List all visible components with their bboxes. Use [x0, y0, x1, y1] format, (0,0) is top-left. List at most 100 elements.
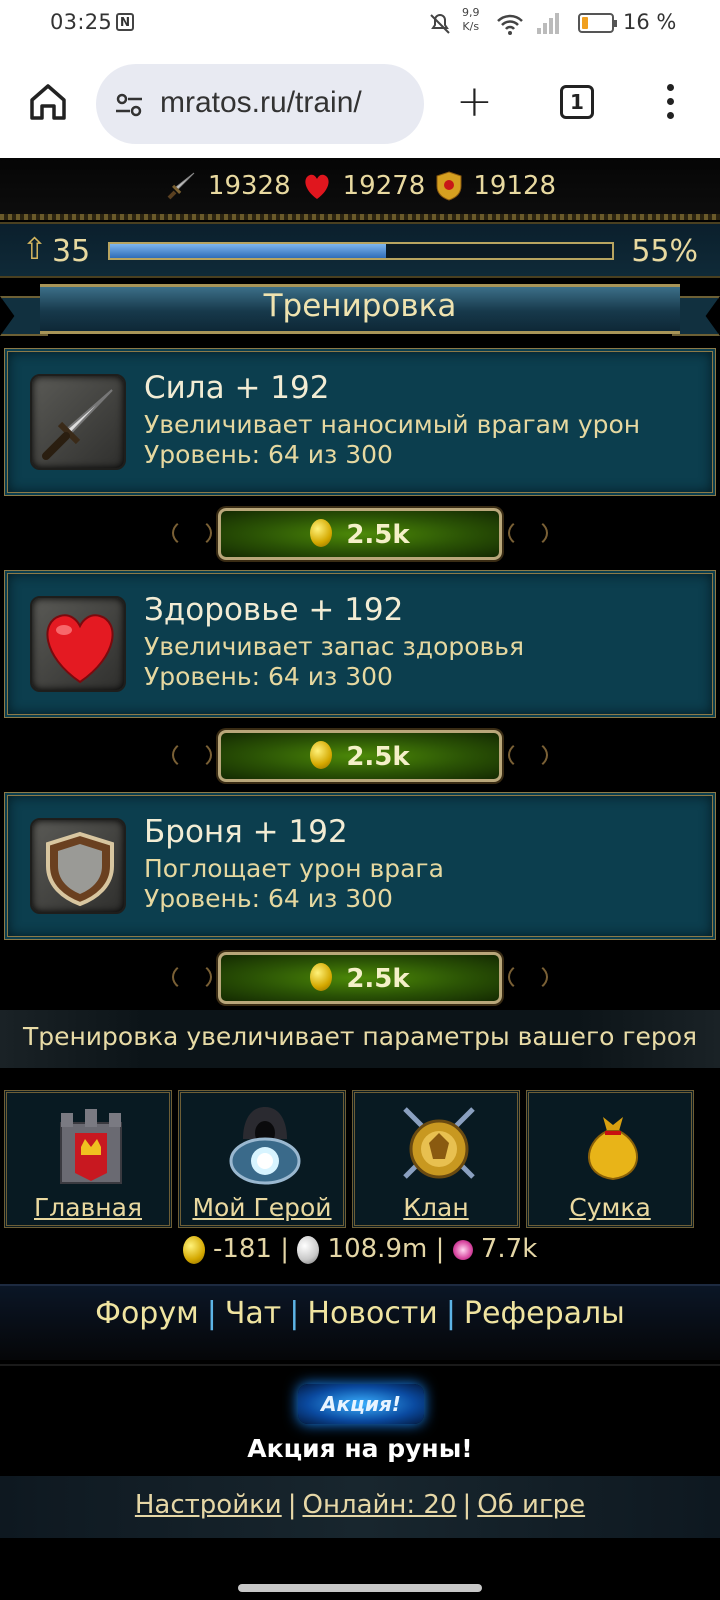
nav-label[interactable]: Главная [7, 1193, 169, 1222]
nav-label[interactable]: Клан [355, 1193, 517, 1222]
nav-item-hero[interactable]: Мой Герой [178, 1090, 346, 1228]
nav-item-home[interactable]: Главная [4, 1090, 172, 1228]
gold-coin-icon [310, 519, 333, 547]
training-name: Броня + 192 [144, 814, 348, 850]
page-title: Тренировка [263, 288, 457, 324]
net-speed-value: 9,9 [462, 6, 480, 19]
buy-row-health: 2.5k [0, 726, 720, 786]
gold-coin-icon [310, 741, 333, 769]
training-level: Уровень: 64 из 300 [144, 662, 393, 691]
tab-switcher-button[interactable]: 1 [560, 85, 594, 119]
ornament-right [508, 518, 548, 548]
ornament-left [172, 518, 212, 548]
gold-amount: -181 [212, 1234, 272, 1264]
level-row: ⇧ 35 55% [0, 222, 720, 278]
shield-icon [436, 171, 462, 201]
link-chat[interactable]: Чат [225, 1296, 281, 1331]
dragon-emblem-icon [403, 1107, 475, 1179]
xp-progress-fill [110, 244, 387, 258]
currency-row: -181 | 108.9m | 7.7k [0, 1234, 720, 1280]
more-menu-icon[interactable] [665, 84, 675, 124]
buy-row-strength: 2.5k [0, 504, 720, 564]
training-description: Поглощает урон врага [144, 854, 444, 883]
link-about[interactable]: Об игре [477, 1490, 585, 1520]
nav-label[interactable]: Сумка [529, 1193, 691, 1222]
health-value: 19278 [342, 171, 426, 201]
link-settings[interactable]: Настройки [135, 1490, 282, 1520]
xp-progress-bar [108, 242, 614, 260]
training-description: Увеличивает наносимый врагам урон [144, 410, 641, 439]
net-speed-unit: K/s [462, 20, 480, 33]
wifi-icon [497, 14, 523, 35]
separator: | [462, 1490, 472, 1520]
new-tab-icon[interactable]: + [456, 80, 493, 124]
shield-icon [30, 818, 126, 914]
train-price[interactable]: 2.5k [346, 520, 409, 550]
silver-coin-icon [297, 1235, 320, 1264]
nav-item-bag[interactable]: Сумка [526, 1090, 694, 1228]
link-referrals[interactable]: Рефералы [464, 1296, 625, 1331]
separator: | [445, 1296, 456, 1331]
attack-value: 19328 [207, 171, 291, 201]
training-card-strength: Сила + 192 Увеличивает наносимый врагам … [4, 348, 716, 496]
nav-label[interactable]: Мой Герой [181, 1193, 343, 1222]
gold-coin-icon [182, 1235, 205, 1264]
buy-row-armor: 2.5k [0, 948, 720, 1008]
train-price[interactable]: 2.5k [346, 742, 409, 772]
nav-item-clan[interactable]: Клан [352, 1090, 520, 1228]
xp-percent: 55% [631, 234, 698, 269]
defense-value: 19128 [473, 171, 557, 201]
castle-icon [60, 1109, 122, 1184]
ornament-left [172, 962, 212, 992]
battery-icon [578, 13, 617, 33]
battery-percent: 16 % [623, 10, 677, 34]
separator: | [435, 1234, 453, 1264]
training-card-armor: Броня + 192 Поглощает урон врага Уровень… [4, 792, 716, 940]
training-name: Здоровье + 192 [144, 592, 404, 628]
gesture-bar[interactable] [238, 1584, 482, 1592]
link-online[interactable]: Онлайн: 20 [302, 1490, 456, 1520]
status-bar: 03:25 N 9,9 K/s 16 % [0, 0, 720, 50]
site-settings-icon[interactable] [114, 90, 144, 120]
title-banner: Тренировка [0, 280, 720, 340]
promo-badge[interactable]: Акция! [298, 1384, 424, 1424]
heart-icon [30, 596, 126, 692]
link-news[interactable]: Новости [307, 1296, 437, 1331]
train-armor-button[interactable]: 2.5k [218, 952, 502, 1004]
sword-icon [167, 172, 195, 200]
train-strength-button[interactable]: 2.5k [218, 508, 502, 560]
divider [0, 214, 720, 220]
gem-icon [452, 1239, 473, 1260]
game-page: 19328 19278 19128 ⇧ 35 55% Тренировка Си… [0, 158, 720, 1600]
mute-icon [430, 13, 450, 34]
separator: | [289, 1296, 300, 1331]
train-price[interactable]: 2.5k [346, 964, 409, 994]
separator: | [206, 1296, 217, 1331]
training-description: Увеличивает запас здоровья [144, 632, 525, 661]
address-bar[interactable]: mratos.ru/train/ [96, 64, 424, 144]
separator: | [280, 1234, 298, 1264]
info-text: Тренировка увеличивает параметры вашего … [22, 1022, 698, 1051]
level-up-arrow-icon: ⇧ [22, 232, 48, 267]
train-health-button[interactable]: 2.5k [218, 730, 502, 782]
status-time: 03:25 [50, 10, 113, 34]
notification-n-icon: N [116, 13, 134, 31]
promo-block[interactable]: Акция! Акция на руны! [0, 1364, 720, 1474]
info-banner: Тренировка увеличивает параметры вашего … [0, 1010, 720, 1068]
footer: Настройки | Онлайн: 20 | Об игре [0, 1476, 720, 1538]
sword-icon [30, 374, 126, 470]
promo-text[interactable]: Акция на руны! [0, 1434, 720, 1463]
gold-coin-icon [310, 963, 333, 991]
link-forum[interactable]: Форум [95, 1296, 199, 1331]
training-level: Уровень: 64 из 300 [144, 440, 393, 469]
main-nav: Главная Мой Герой Клан Сумка [0, 1086, 720, 1232]
heart-icon [305, 174, 329, 199]
hero-icon [229, 1107, 301, 1185]
community-links: Форум | Чат | Новости | Рефералы [0, 1284, 720, 1360]
home-icon[interactable] [26, 80, 70, 124]
ornament-right [508, 740, 548, 770]
url-text[interactable]: mratos.ru/train/ [160, 86, 362, 120]
signal-icon [537, 13, 559, 34]
ornament-right [508, 962, 548, 992]
silver-amount: 108.9m [327, 1234, 428, 1264]
